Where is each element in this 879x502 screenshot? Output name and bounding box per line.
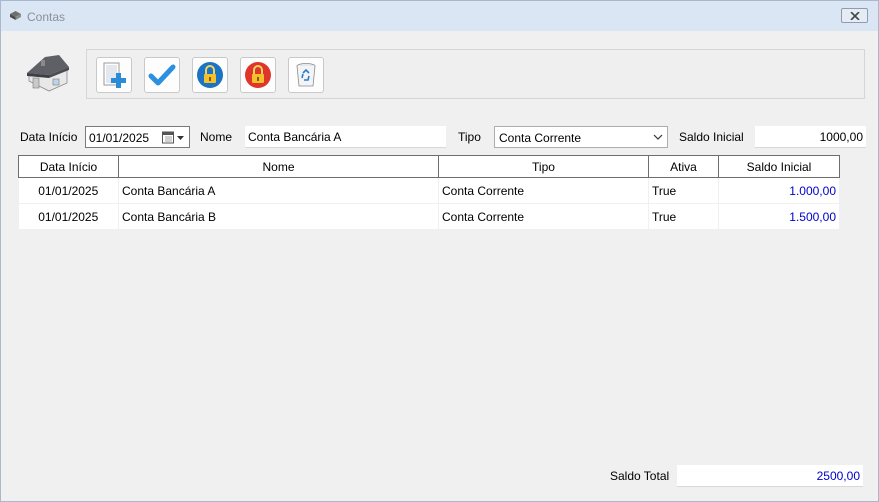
lock-open-icon xyxy=(197,62,223,88)
data-inicio-datepicker[interactable]: 01/01/2025 xyxy=(85,126,190,148)
column-header-ativa[interactable]: Ativa xyxy=(648,155,719,178)
close-button[interactable] xyxy=(841,8,868,23)
recycle-bin-icon xyxy=(296,63,316,87)
calendar-icon[interactable] xyxy=(162,131,186,144)
cell-saldo-inicial[interactable]: 1.500,00 xyxy=(718,203,840,230)
confirm-button[interactable] xyxy=(144,57,180,93)
cell-ativa[interactable]: True xyxy=(648,203,719,230)
grid-header-row: Data Início Nome Tipo Ativa Saldo Inicia… xyxy=(18,155,840,178)
cell-tipo[interactable]: Conta Corrente xyxy=(438,177,649,204)
cell-ativa[interactable]: True xyxy=(648,177,719,204)
cell-data-inicio[interactable]: 01/01/2025 xyxy=(18,203,119,230)
cell-tipo[interactable]: Conta Corrente xyxy=(438,203,649,230)
app-icon xyxy=(10,11,21,20)
nome-label: Nome xyxy=(200,130,233,144)
check-icon xyxy=(148,64,176,86)
column-header-saldo-inicial[interactable]: Saldo Inicial xyxy=(718,155,840,178)
cell-nome[interactable]: Conta Bancária A xyxy=(118,177,439,204)
data-inicio-label: Data Início xyxy=(20,130,78,144)
title-bar: Contas xyxy=(1,1,878,31)
data-inicio-value: 01/01/2025 xyxy=(89,131,150,145)
table-row[interactable]: 01/01/2025 Conta Bancária A Conta Corren… xyxy=(18,177,840,204)
delete-button[interactable] xyxy=(288,57,324,93)
window-title: Contas xyxy=(27,10,66,24)
contas-grid: Data Início Nome Tipo Ativa Saldo Inicia… xyxy=(18,155,840,230)
saldo-total-value: 2500,00 xyxy=(677,465,863,487)
saldo-inicial-label: Saldo Inicial xyxy=(679,130,744,144)
lock-button[interactable] xyxy=(240,57,276,93)
tipo-label: Tipo xyxy=(458,130,481,144)
cell-data-inicio[interactable]: 01/01/2025 xyxy=(18,177,119,204)
tipo-value: Conta Corrente xyxy=(499,131,582,145)
saldo-inicial-input[interactable]: 1000,00 xyxy=(755,126,866,148)
new-button[interactable] xyxy=(96,57,132,93)
unlock-button[interactable] xyxy=(192,57,228,93)
close-icon xyxy=(850,12,860,20)
column-header-nome[interactable]: Nome xyxy=(118,155,439,178)
house-icon xyxy=(27,55,69,92)
cell-saldo-inicial[interactable]: 1.000,00 xyxy=(718,177,840,204)
nome-input[interactable]: Conta Bancária A xyxy=(245,126,446,148)
tipo-select[interactable]: Conta Corrente xyxy=(494,126,668,148)
chevron-down-icon xyxy=(653,134,663,140)
toolbar xyxy=(86,49,865,99)
column-header-tipo[interactable]: Tipo xyxy=(438,155,649,178)
lock-closed-icon xyxy=(245,62,271,88)
saldo-total-label: Saldo Total xyxy=(610,469,670,483)
table-row[interactable]: 01/01/2025 Conta Bancária B Conta Corren… xyxy=(18,203,840,230)
cell-nome[interactable]: Conta Bancária B xyxy=(118,203,439,230)
new-document-icon xyxy=(103,62,126,88)
contas-window: Contas Data Início 01/01/2025 Nome Conta… xyxy=(0,0,879,502)
column-header-data-inicio[interactable]: Data Início xyxy=(18,155,119,178)
